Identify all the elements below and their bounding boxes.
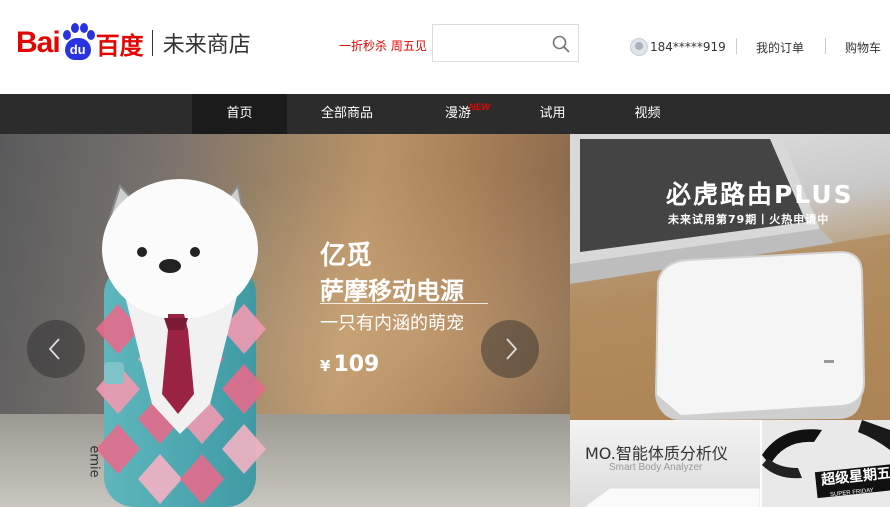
logo-du-text: du [64, 38, 91, 60]
header: Bai du 百度 未来商店 一折秒杀 周五见 184*****919 我的订单… [0, 0, 890, 94]
avatar-icon [630, 38, 648, 56]
banner-price: ¥109 [320, 352, 379, 377]
hero-banner[interactable]: emie 亿觅 萨摩移动电源 一只有内涵的萌宠 ¥109 [0, 134, 570, 507]
user-account[interactable]: 184*****919 [630, 38, 726, 56]
router-subtitle: 未来试用第79期丨火热申请中 [668, 213, 830, 226]
nav-item-roam[interactable]: 漫游 [418, 94, 498, 134]
search-icon [552, 35, 570, 53]
header-divider [736, 38, 737, 54]
logo-divider [151, 30, 153, 56]
banner-divider [320, 303, 488, 304]
new-badge: NEW [469, 102, 490, 112]
banner-product: 萨摩移动电源 [320, 277, 464, 305]
cart-link[interactable]: 购物车 [845, 39, 881, 56]
nav-item-all-products[interactable]: 全部商品 [302, 94, 392, 134]
search-input[interactable] [433, 25, 559, 61]
samoyed-power-bank-image [96, 179, 266, 507]
price-value: 109 [333, 352, 380, 377]
carousel-next-button[interactable] [481, 320, 539, 378]
chevron-left-icon [48, 338, 60, 360]
header-divider [825, 38, 826, 54]
promo-router[interactable]: 必虎路由PLUS 未来试用第79期丨火热申请中 [570, 134, 890, 420]
analyzer-title: MO.智能体质分析仪 [585, 444, 728, 463]
logo-bai-text: Bai [16, 26, 61, 59]
my-orders-link[interactable]: 我的订单 [756, 39, 804, 56]
flash-sale-link[interactable]: 一折秒杀 周五见 [339, 37, 427, 54]
scale-image [583, 487, 760, 507]
paw-icon: du [61, 23, 95, 63]
baidu-logo[interactable]: Bai du 百度 未来商店 [16, 18, 251, 68]
user-phone: 184*****919 [650, 40, 726, 54]
logo-cn-text: 百度 [95, 31, 144, 60]
search-button[interactable] [550, 33, 572, 55]
nav-item-home[interactable]: 首页 [192, 94, 287, 134]
chevron-right-icon [506, 338, 518, 360]
carousel-prev-button[interactable] [27, 320, 85, 378]
banner-tagline: 一只有内涵的萌宠 [320, 313, 464, 334]
analyzer-subtitle: Smart Body Analyzer [609, 462, 703, 473]
banner-brand: 亿觅 [320, 241, 373, 271]
currency-symbol: ¥ [320, 357, 331, 375]
main-nav: 首页 全部商品 漫游 NEW 试用 视频 [0, 94, 890, 134]
search-box [432, 24, 579, 62]
nav-item-trial[interactable]: 试用 [520, 94, 585, 134]
bottle-brand-label: emie [86, 445, 102, 478]
logo-subtitle: 未来商店 [162, 33, 251, 58]
promo-super-friday[interactable]: 超级星期五 SUPER FRIDAY [762, 420, 890, 507]
nav-item-video[interactable]: 视频 [615, 94, 680, 134]
nav-item-label: 漫游 [444, 106, 471, 121]
promo-body-analyzer[interactable]: MO.智能体质分析仪 Smart Body Analyzer [570, 420, 760, 507]
router-title: 必虎路由PLUS [666, 180, 854, 209]
